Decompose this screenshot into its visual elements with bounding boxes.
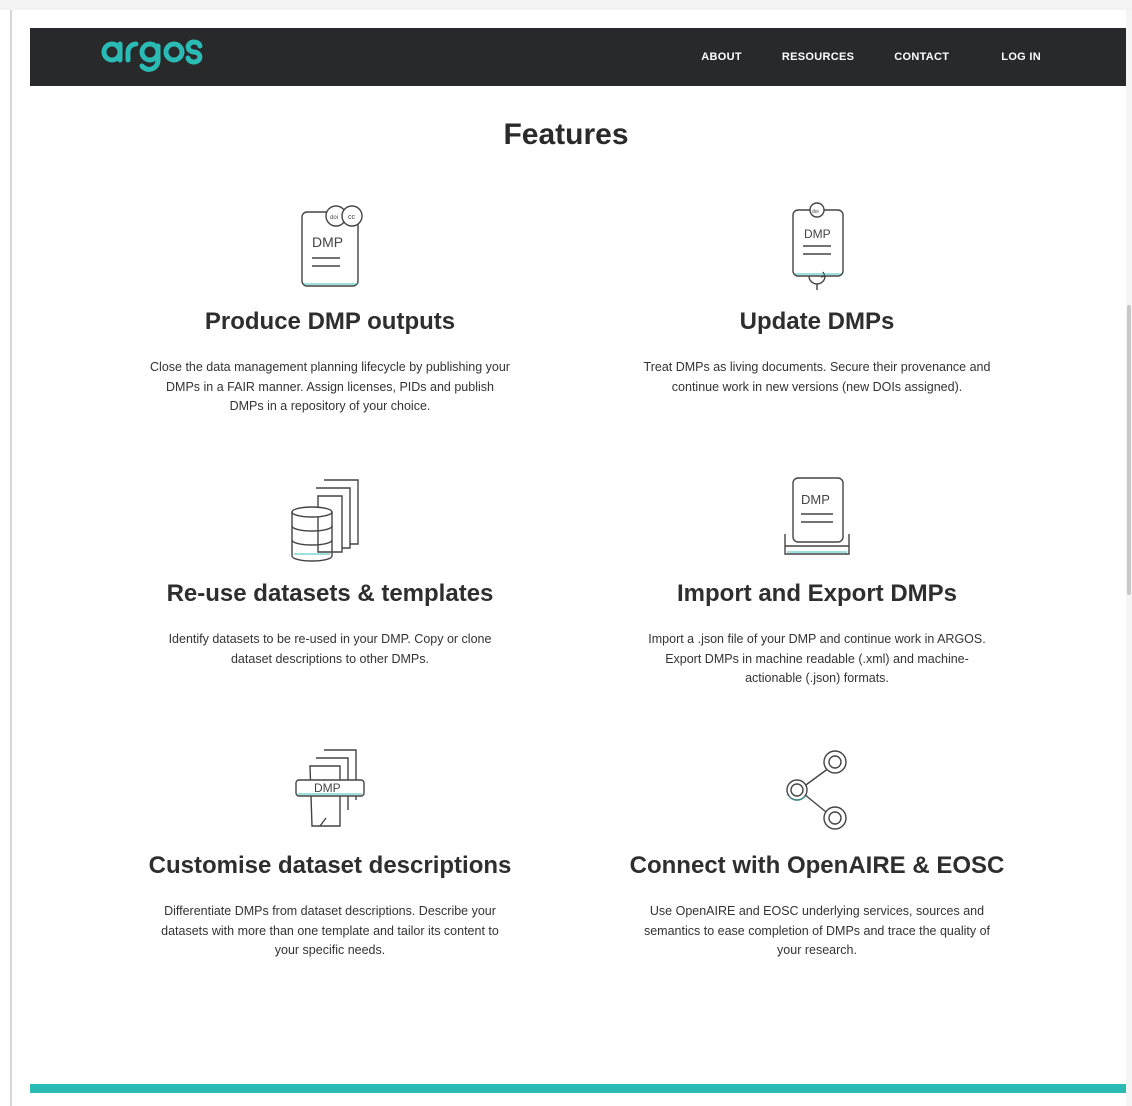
share-network-icon [786, 750, 847, 830]
feature-card: Re-use datasets & templates Identify dat… [130, 464, 530, 669]
feature-title: Re-use datasets & templates [166, 580, 494, 607]
window-left-edge [10, 10, 12, 1106]
feature-card: DMP doi Update DMPs Treat DMPs as living… [617, 192, 1017, 397]
feature-description: Use OpenAIRE and EOSC underlying service… [643, 904, 990, 957]
dmp-version-icon: DMP doi [792, 202, 844, 290]
feature-card: DMP Customise dataset descriptions Diffe… [130, 736, 530, 961]
svg-text:doi: doi [812, 209, 819, 215]
dmp-import-export-icon: DMP [784, 477, 850, 555]
database-documents-icon [291, 479, 359, 562]
page-title: Features [503, 118, 629, 151]
feature-title: Connect with OpenAIRE & EOSC [629, 852, 1005, 879]
scrollbar-thumb[interactable] [1127, 305, 1131, 595]
svg-text:DMP: DMP [314, 781, 341, 795]
feature-description: Treat DMPs as living documents. Secure t… [643, 360, 991, 394]
feature-description: Identify datasets to be re-used in your … [168, 632, 492, 666]
top-navbar: ABOUT RESOURCES CONTACT LOG IN [30, 28, 1126, 86]
nav-about-link[interactable]: ABOUT [701, 51, 742, 63]
feature-card: Connect with OpenAIRE & EOSC Use OpenAIR… [617, 736, 1017, 961]
window-top-edge [0, 0, 1132, 10]
feature-title: Import and Export DMPs [676, 580, 958, 607]
dmp-license-icon: DMP doi cc [301, 205, 363, 287]
feature-card: DMP doi cc Produce DMP outputs Close the… [130, 192, 530, 417]
feature-title: Customise dataset descriptions [148, 852, 512, 879]
feature-card: DMP Import and Export DMPs Import a .jso… [617, 464, 1017, 689]
main-nav: ABOUT RESOURCES CONTACT LOG IN [661, 28, 1041, 86]
svg-text:DMP: DMP [312, 234, 343, 250]
feature-description: Differentiate DMPs from dataset descript… [161, 904, 499, 957]
argos-logo-icon [101, 39, 203, 72]
feature-description: Import a .json file of your DMP and cont… [648, 632, 986, 685]
feature-description: Close the data management planning lifec… [150, 360, 510, 413]
footer-accent-bar [30, 1084, 1126, 1093]
svg-text:DMP: DMP [801, 492, 830, 507]
dmp-templates-icon: DMP [295, 749, 365, 827]
feature-title: Produce DMP outputs [204, 308, 456, 335]
svg-text:doi: doi [330, 215, 338, 221]
svg-text:cc: cc [348, 214, 356, 221]
brand-logo[interactable] [100, 32, 210, 87]
svg-text:DMP: DMP [804, 227, 831, 241]
nav-login-link[interactable]: LOG IN [1001, 51, 1041, 63]
nav-resources-link[interactable]: RESOURCES [782, 51, 854, 63]
feature-title: Update DMPs [739, 308, 895, 335]
nav-contact-link[interactable]: CONTACT [894, 51, 949, 63]
